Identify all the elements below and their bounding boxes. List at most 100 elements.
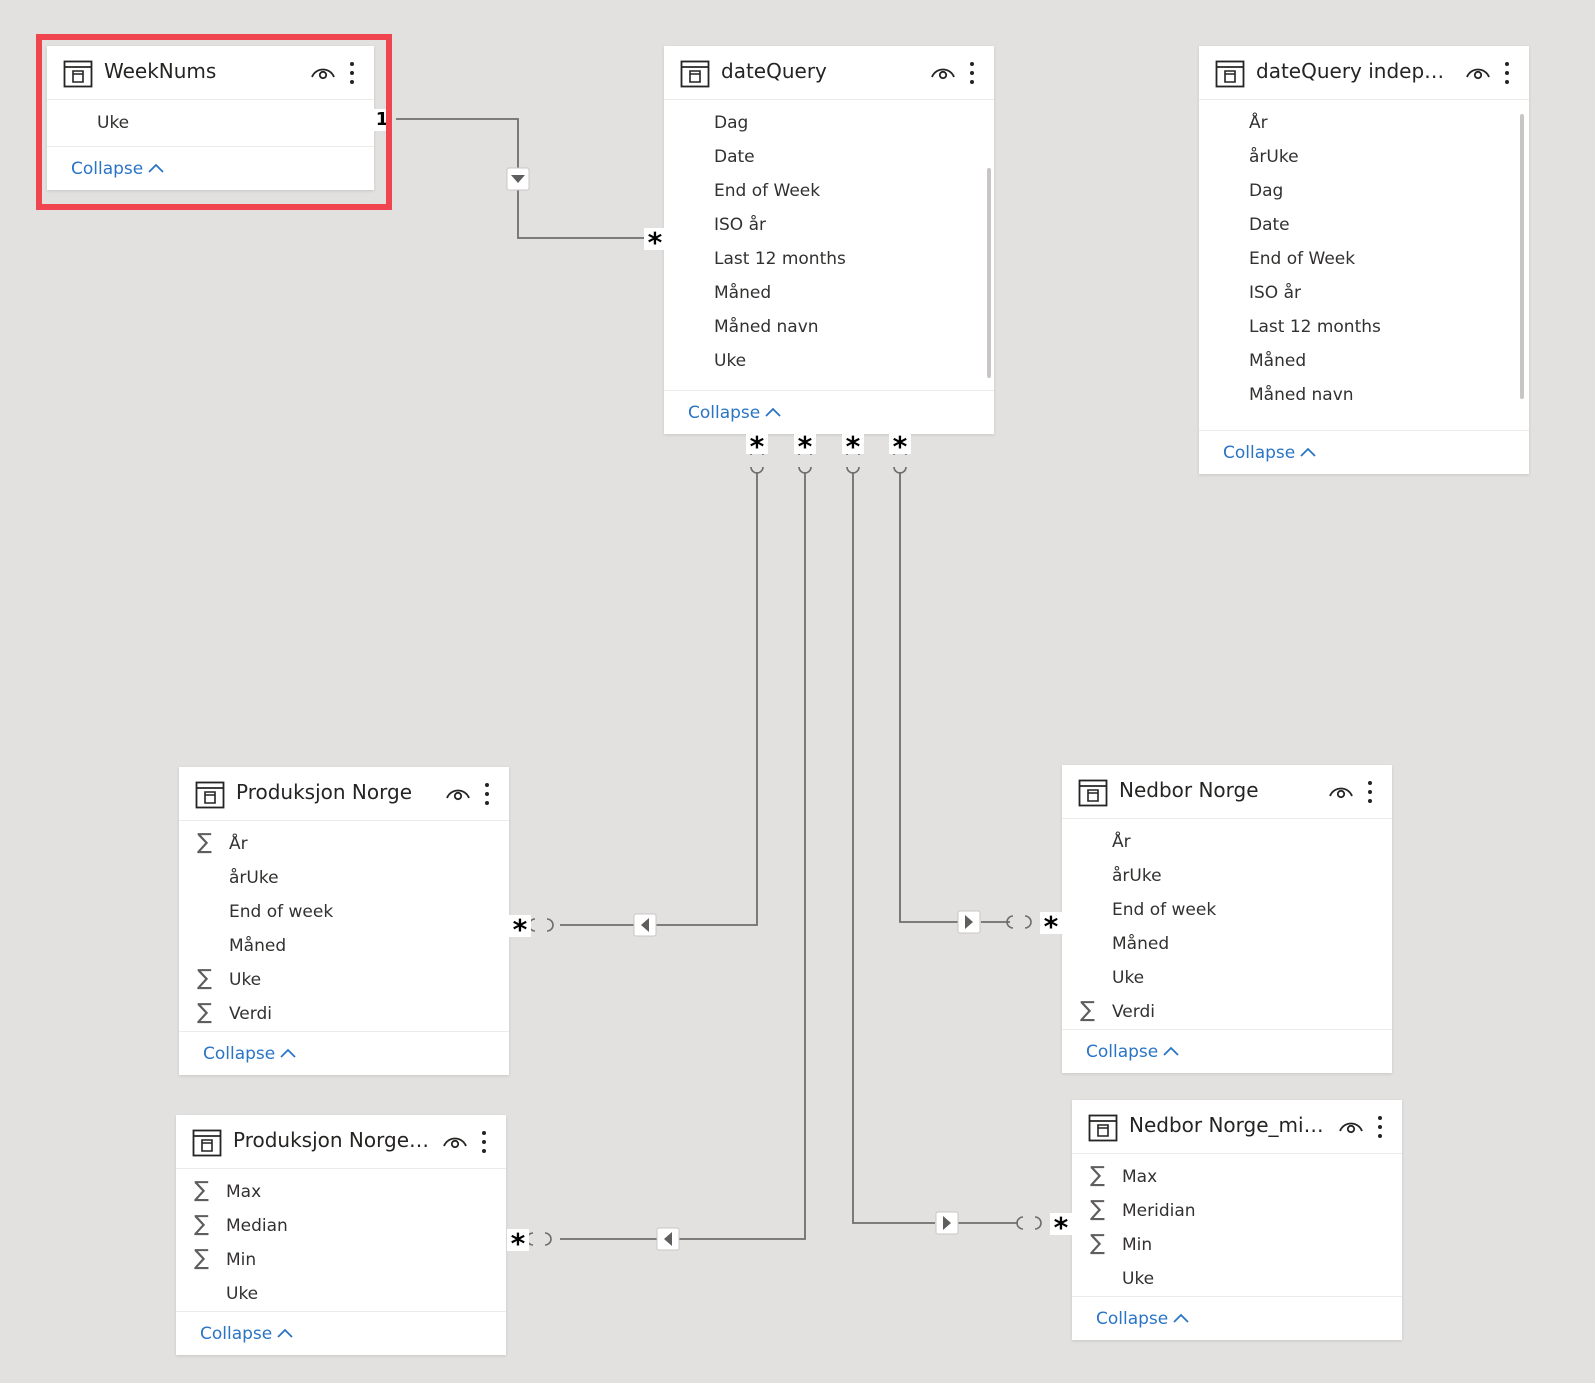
- cardinality-many-label: *: [1040, 912, 1062, 942]
- table-header[interactable]: Produksjon Norge: [179, 767, 509, 821]
- field-item[interactable]: ∑ Median: [176, 1209, 506, 1243]
- field-item[interactable]: årUke: [1199, 140, 1529, 174]
- field-item[interactable]: End of week: [179, 895, 509, 929]
- field-label: Dag: [1249, 181, 1284, 201]
- sigma-icon: ∑: [197, 1000, 212, 1025]
- field-item[interactable]: Uke: [1072, 1262, 1402, 1296]
- table-card-produksjon-norge[interactable]: Produksjon Norge ∑ År årUke End of week Måned…: [179, 767, 509, 1075]
- more-vertical-icon[interactable]: [474, 1129, 494, 1155]
- field-item[interactable]: ISO år: [1199, 276, 1529, 310]
- filter-direction-arrow[interactable]: [935, 1211, 959, 1235]
- field-label: Min: [226, 1250, 257, 1270]
- eye-icon[interactable]: [930, 64, 956, 82]
- collapse-button[interactable]: Collapse: [1062, 1029, 1392, 1073]
- field-item[interactable]: ∑ Max: [1072, 1160, 1402, 1194]
- cardinality-many-label: *: [507, 1229, 529, 1259]
- field-item[interactable]: Måned: [664, 276, 994, 310]
- eye-icon[interactable]: [445, 785, 471, 803]
- field-item[interactable]: Dag: [1199, 174, 1529, 208]
- more-vertical-icon[interactable]: [1360, 779, 1380, 805]
- field-item[interactable]: ∑ Meridian: [1072, 1194, 1402, 1228]
- field-item[interactable]: År: [1199, 106, 1529, 140]
- table-card-datequery[interactable]: dateQuery Dag Date End of Week ISO år Last 12…: [664, 46, 994, 434]
- field-label: End of Week: [714, 181, 821, 201]
- sigma-icon: ∑: [1090, 1163, 1105, 1188]
- table-header[interactable]: Nedbor Norge_minmax: [1072, 1100, 1402, 1154]
- collapse-button[interactable]: Collapse: [176, 1311, 506, 1355]
- more-vertical-icon[interactable]: [1497, 60, 1517, 86]
- field-item[interactable]: Måned navn: [664, 310, 994, 344]
- field-item[interactable]: Uke: [1062, 961, 1392, 995]
- field-item[interactable]: Dag: [664, 106, 994, 140]
- field-label: Uke: [1112, 968, 1145, 988]
- chevron-up-icon: [1162, 1030, 1180, 1074]
- sigma-icon: ∑: [197, 966, 212, 991]
- table-card-nedbor-norge[interactable]: Nedbor Norge År årUke End of week Måned Uke ∑ V…: [1062, 765, 1392, 1073]
- table-card-datequery-independent[interactable]: dateQuery independ... År årUke Dag Date End o…: [1199, 46, 1529, 474]
- field-item[interactable]: Måned navn: [1199, 378, 1529, 412]
- field-item[interactable]: Uke: [176, 1277, 506, 1311]
- eye-icon[interactable]: [1328, 783, 1354, 801]
- field-item[interactable]: Date: [1199, 208, 1529, 242]
- field-item[interactable]: Date: [664, 140, 994, 174]
- table-header[interactable]: dateQuery: [664, 46, 994, 100]
- field-item[interactable]: End of Week: [664, 174, 994, 208]
- filter-direction-arrow[interactable]: [656, 1227, 680, 1251]
- relationship-datequery-produksjon[interactable]: [655, 472, 758, 926]
- field-item[interactable]: ∑ År: [179, 827, 509, 861]
- collapse-button[interactable]: Collapse: [664, 390, 994, 434]
- filter-direction-arrow[interactable]: [957, 910, 981, 934]
- eye-icon[interactable]: [1465, 64, 1491, 82]
- field-item[interactable]: ∑ Verdi: [179, 997, 509, 1031]
- field-label: End of week: [1112, 900, 1217, 920]
- field-item[interactable]: End of week: [1062, 893, 1392, 927]
- filter-direction-arrow[interactable]: [506, 167, 530, 191]
- more-vertical-icon[interactable]: [477, 781, 497, 807]
- relationship-datequery-nedbor[interactable]: [899, 472, 958, 923]
- field-label: Min: [1122, 1235, 1153, 1255]
- field-item[interactable]: End of Week: [1199, 242, 1529, 276]
- field-label: årUke: [1249, 147, 1299, 167]
- field-item[interactable]: Måned: [1199, 344, 1529, 378]
- field-label: årUke: [229, 868, 279, 888]
- field-item[interactable]: ∑ Max: [176, 1175, 506, 1209]
- field-label: Last 12 months: [714, 249, 846, 269]
- filter-direction-arrow[interactable]: [633, 913, 657, 937]
- field-item[interactable]: Måned: [1062, 927, 1392, 961]
- field-item[interactable]: ∑ Uke: [179, 963, 509, 997]
- field-item[interactable]: årUke: [1062, 859, 1392, 893]
- scrollbar[interactable]: [987, 168, 991, 378]
- table-card-nedbor-norge-minmax[interactable]: Nedbor Norge_minmax ∑ Max ∑ Meridian ∑ Min Uke C…: [1072, 1100, 1402, 1340]
- eye-icon[interactable]: [1338, 1118, 1364, 1136]
- table-icon: [680, 60, 710, 88]
- collapse-button[interactable]: Collapse: [1199, 430, 1529, 474]
- field-label: Verdi: [1112, 1002, 1155, 1022]
- scrollbar[interactable]: [1520, 114, 1524, 399]
- field-item[interactable]: År: [1062, 825, 1392, 859]
- table-title: dateQuery: [721, 59, 827, 83]
- more-vertical-icon[interactable]: [1370, 1114, 1390, 1140]
- collapse-button[interactable]: Collapse: [1072, 1296, 1402, 1340]
- field-label: Max: [1122, 1167, 1158, 1187]
- field-item[interactable]: Last 12 months: [664, 242, 994, 276]
- field-item[interactable]: Måned: [179, 929, 509, 963]
- field-item[interactable]: Uke: [664, 344, 994, 378]
- table-card-produksjon-norge-minmax[interactable]: Produksjon Norge_mi... ∑ Max ∑ Median ∑ Min Uke…: [176, 1115, 506, 1355]
- cardinality-many-label: *: [842, 432, 864, 462]
- relationship-datequery-produksjon-minmax[interactable]: [680, 472, 806, 1240]
- table-header[interactable]: Produksjon Norge_mi...: [176, 1115, 506, 1169]
- field-item[interactable]: ∑ Min: [176, 1243, 506, 1277]
- relationship-datequery-nedbor-minmax[interactable]: [852, 472, 935, 1224]
- table-header[interactable]: Nedbor Norge: [1062, 765, 1392, 819]
- cardinality-many-label: *: [889, 432, 911, 462]
- field-item[interactable]: ∑ Verdi: [1062, 995, 1392, 1029]
- collapse-button[interactable]: Collapse: [179, 1031, 509, 1075]
- more-vertical-icon[interactable]: [962, 60, 982, 86]
- field-item[interactable]: ∑ Min: [1072, 1228, 1402, 1262]
- table-header[interactable]: dateQuery independ...: [1199, 46, 1529, 100]
- eye-icon[interactable]: [442, 1133, 468, 1151]
- field-item[interactable]: årUke: [179, 861, 509, 895]
- field-item[interactable]: Last 12 months: [1199, 310, 1529, 344]
- field-item[interactable]: ISO år: [664, 208, 994, 242]
- collapse-label: Collapse: [200, 1324, 273, 1344]
